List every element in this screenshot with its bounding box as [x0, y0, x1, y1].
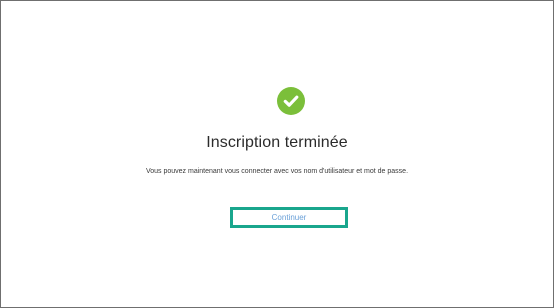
- completion-message: Vous pouvez maintenant vous connecter av…: [145, 168, 409, 175]
- completion-panel: Inscription terminée Vous pouvez mainten…: [1, 1, 553, 307]
- check-circle-icon: [277, 87, 305, 115]
- registration-complete-page: Inscription terminée Vous pouvez mainten…: [0, 0, 554, 308]
- continue-button[interactable]: Continuer: [230, 207, 348, 228]
- page-title: Inscription terminée: [206, 134, 348, 151]
